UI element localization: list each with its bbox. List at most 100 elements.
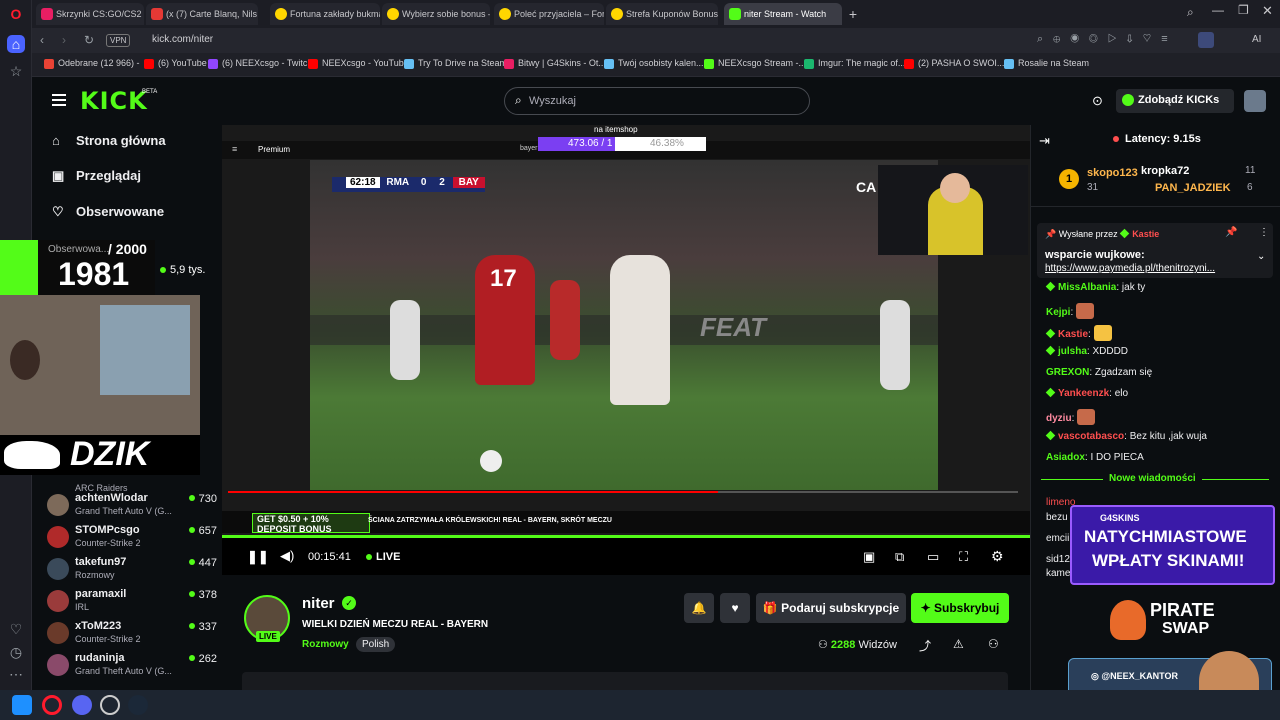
tab-fortuna-invite[interactable]: Poleć przyjaciela – Fortuna <box>494 3 604 25</box>
gift-sub-button[interactable]: 🎁 Podaruj subskrypcje <box>756 593 906 623</box>
unpin-icon[interactable]: 📌 <box>1225 227 1237 238</box>
kick-logo[interactable]: KICK <box>80 87 148 115</box>
webcam-overlay: CA <box>856 165 1028 255</box>
channel-achtenwlodar[interactable]: achtenWlodar Grand Theft Auto V (G... 730 <box>47 492 217 522</box>
tab-youtube[interactable]: (x (7) Carte Blanq, Nils va <box>146 3 258 25</box>
ticker-bar: GET $0.50 + 10% DEPOSIT BONUS ŚCIANA ZAT… <box>222 511 1030 534</box>
avatar[interactable] <box>1244 90 1266 112</box>
collapse-chat-icon[interactable]: ⇥ <box>1039 133 1050 149</box>
avatar <box>47 590 69 612</box>
search-input[interactable]: ⌕ Wyszukaj <box>504 87 810 115</box>
channel-xtom223[interactable]: xToM223 Counter-Strike 2 337 <box>47 620 217 650</box>
clip-icon[interactable]: ⧉ <box>895 549 904 565</box>
url-field[interactable]: kick.com/niter <box>152 34 213 45</box>
share-icon[interactable]: ⤴ <box>919 637 931 654</box>
follow-heart-button[interactable]: ♥ <box>720 593 750 623</box>
tab-fortuna-coupons[interactable]: Strefa Kuponów Bonus | F <box>606 3 718 25</box>
opera-gx-icon[interactable] <box>42 695 62 715</box>
tab-fortuna[interactable]: Fortuna zakłady bukmach <box>270 3 380 25</box>
kebab-menu-icon[interactable]: ⋮ <box>1259 227 1269 238</box>
search-placeholder: Wyszukaj <box>529 95 576 107</box>
get-kicks-button[interactable]: Zdobądź KICKs <box>1116 89 1234 113</box>
vpn-badge[interactable]: VPN <box>106 34 131 47</box>
fullscreen-icon[interactable]: ⛶ <box>959 549 968 565</box>
ai-button[interactable]: AI <box>1252 34 1261 45</box>
bookmark-gmail[interactable]: Odebrane (12 966) - <box>44 58 140 69</box>
viewer-count: ⚇ 2288 Widzów <box>818 639 897 651</box>
language-tag[interactable]: Polish <box>356 637 396 652</box>
bookmark-steam-calendar[interactable]: Twój osobisty kalen... <box>604 58 704 69</box>
boar-logo-icon <box>4 441 60 469</box>
forward-icon[interactable]: › <box>62 33 66 47</box>
gmail-icon <box>44 59 54 69</box>
chat-message: vascotabasco: Bez kitu ,jak wuja <box>1045 430 1207 442</box>
bookmark-youtube-neex[interactable]: NEEXcsgo - YouTube <box>308 58 409 69</box>
settings-app-icon[interactable] <box>100 695 120 715</box>
more-icon[interactable]: ⋯ <box>7 665 25 683</box>
chat-message: GREXON: Zgadzam się <box>1046 367 1153 378</box>
bookmark-twitch[interactable]: (6) NEEXcsgo - Twitch <box>208 58 312 69</box>
reload-icon[interactable]: ↻ <box>84 33 94 47</box>
channel-stompcsgo[interactable]: STOMPcsgo Counter-Strike 2 657 <box>47 524 217 554</box>
category-link[interactable]: Rozmowy <box>302 639 349 650</box>
bookmark-g4skins[interactable]: Bitwy | G4Skins - Ot... <box>504 58 606 69</box>
channel-rudaninja[interactable]: rudaninja Grand Theft Auto V (G... 262 <box>47 652 217 682</box>
search-icon: ⌕ <box>515 93 522 107</box>
steam-icon <box>1004 59 1014 69</box>
pause-button[interactable]: ❚❚ <box>247 549 269 565</box>
opera-logo-icon[interactable]: O <box>7 5 25 23</box>
bell-button[interactable]: 🔔 <box>684 593 714 623</box>
chevron-down-icon[interactable]: ⌄ <box>1257 251 1265 262</box>
home-icon[interactable]: ⌂ <box>7 35 25 53</box>
star-icon[interactable]: ☆ <box>7 62 25 80</box>
video-player[interactable]: ≡ Premium bayern FEAT 17 62:18 RMA 0 2 B… <box>222 125 1030 575</box>
avatar <box>47 622 69 644</box>
channel-name[interactable]: niter <box>302 595 335 612</box>
heart-icon[interactable]: ♡ <box>7 620 25 638</box>
pinned-message[interactable]: 📌 Wysłane przez Kastie wsparcie wujkowe:… <box>1037 223 1273 278</box>
bookmark-youtube[interactable]: (6) YouTube <box>144 58 207 69</box>
gear-icon[interactable]: ⚙ <box>991 548 1004 565</box>
channel-paramaxil[interactable]: paramaxil IRL 378 <box>47 588 217 618</box>
miniplayer-icon[interactable]: ▣ <box>863 549 875 565</box>
shirt-number: 17 <box>490 265 517 292</box>
pinned-link[interactable]: https://www.paymedia.pl/thenitrozyni... <box>1045 263 1215 274</box>
channel-viewers-top: 5,9 tys. <box>160 264 205 276</box>
ad-board-text: FEAT <box>700 312 766 342</box>
toolbar-icons[interactable]: ⌕⊕◉◎▷⇩♡≡ <box>1037 33 1178 46</box>
windows-start-icon[interactable] <box>12 695 32 715</box>
tab-kick-active[interactable]: niter Stream - Watch <box>724 3 842 25</box>
seek-bar[interactable] <box>222 535 1030 538</box>
more-options-icon[interactable]: ⚇ <box>988 637 999 651</box>
channel-takefun97[interactable]: takefun97 Rozmowy 447 <box>47 556 217 586</box>
fortuna-icon <box>387 8 399 20</box>
nav-home[interactable]: ⌂ Strona główna <box>52 133 166 148</box>
minimize-icon[interactable]: — <box>1212 3 1224 17</box>
bookmark-steam[interactable]: Try To Drive na Steam <box>404 58 507 69</box>
profile-icon[interactable] <box>1198 32 1214 48</box>
tab-g4skins[interactable]: Skrzynki CS:GO/CS2 | G4S <box>36 3 144 25</box>
nav-browse[interactable]: ▣ Przeglądaj <box>52 168 141 183</box>
subscribe-button[interactable]: ✦ Subskrybuj <box>911 593 1009 623</box>
bookmark-imgur[interactable]: Imgur: The magic of... <box>804 58 905 69</box>
maximize-icon[interactable]: ❐ <box>1238 3 1249 17</box>
history-icon[interactable]: ◷ <box>7 643 25 661</box>
heart-icon: ♡ <box>52 204 64 219</box>
search-tabs-icon[interactable]: ⌕ <box>1187 5 1194 20</box>
volume-icon[interactable]: ◀) <box>280 548 294 564</box>
bookmark-youtube-pasha[interactable]: (2) PASHA O SWOI... <box>904 58 1004 69</box>
close-icon[interactable]: ✕ <box>1262 3 1273 19</box>
chat-message: MissAlbania: jak ty <box>1045 281 1145 293</box>
new-tab-button[interactable]: + <box>844 5 862 23</box>
nav-following[interactable]: ♡ Obserwowane <box>52 204 164 219</box>
bookmark-steam-rosalie[interactable]: Rosalie na Steam <box>1004 58 1089 69</box>
back-icon[interactable]: ‹ <box>40 33 44 47</box>
discord-icon[interactable] <box>72 695 92 715</box>
theater-icon[interactable]: ▭ <box>927 549 939 565</box>
report-icon[interactable]: ⚠ <box>953 637 964 651</box>
tab-fortuna-bonus[interactable]: Wybierz sobie bonus – Fo <box>382 3 490 25</box>
bookmark-kick[interactable]: NEEXcsgo Stream -... <box>704 58 806 69</box>
latency-icon[interactable]: ⊙ <box>1092 93 1103 109</box>
steam-icon[interactable] <box>128 695 148 715</box>
menu-icon[interactable] <box>52 94 66 106</box>
